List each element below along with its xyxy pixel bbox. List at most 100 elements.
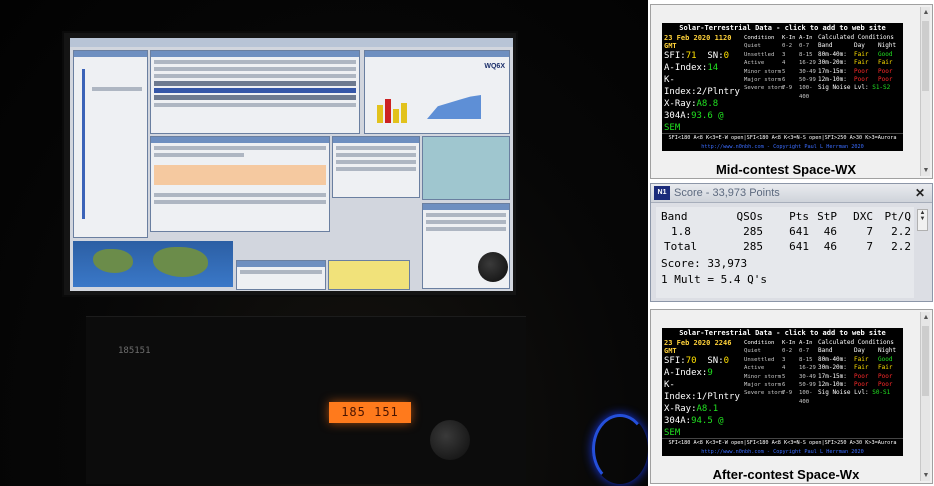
score-scroll-spinner[interactable]: ▲ ▼	[917, 209, 928, 231]
k-index-cell: 16-29	[799, 60, 816, 67]
screen-entry-window	[150, 136, 330, 232]
conditions-cell: Poor	[854, 372, 869, 380]
conditions-cell: Fair	[878, 364, 893, 372]
k-index-value: 2/Plntry	[696, 87, 740, 97]
close-button[interactable]: ✕	[912, 186, 928, 201]
k-index-cell: 7-9	[782, 390, 793, 397]
k-index-cell: 0-7	[799, 43, 810, 50]
k-index-cell: Unsettled	[744, 51, 775, 58]
col-header: Pts	[789, 210, 809, 223]
wx-window-mid: Solar-Terrestrial Data - click to add to…	[650, 4, 933, 179]
k-index-cell: Quiet	[744, 348, 761, 355]
col-header: StP	[817, 210, 837, 223]
sn-label: SN:	[707, 51, 724, 61]
conditions-cell: 80m-40m:	[818, 50, 847, 58]
radio-small-label: 185151	[118, 346, 151, 356]
banner-title: Solar-Terrestrial Data - click to add to…	[679, 329, 886, 337]
conditions-cell: Poor	[878, 372, 893, 380]
table-cell: 2.2	[891, 225, 911, 238]
conditions-cell: Fair	[854, 50, 869, 58]
score-titlebar[interactable]: N1 Score - 33,973 Points ✕	[651, 184, 932, 203]
vertical-scrollbar[interactable]: ▲ ▼	[920, 7, 930, 176]
k-index-cell: 0-2	[782, 348, 793, 355]
conditions-row: 12m-10m: Poor Poor	[818, 76, 902, 84]
scroll-thumb[interactable]	[922, 326, 929, 396]
k-index-cell: 5	[782, 373, 786, 380]
scroll-up-icon[interactable]: ▲	[921, 7, 931, 18]
k-index-cell: 4	[782, 60, 786, 67]
k-index-row: Unsettled 3 8-15	[744, 356, 818, 364]
conditions-cell: Good	[878, 355, 893, 363]
wx-caption-mid: Mid-contest Space-WX	[715, 162, 857, 177]
table-cell: 46	[823, 240, 837, 253]
radio-frequency-display: 185 151	[329, 402, 411, 423]
k-index-header: Condition K-In A-In	[744, 339, 818, 347]
scroll-thumb[interactable]	[922, 21, 929, 91]
wx-window-after: Solar-Terrestrial Data - click to add to…	[650, 309, 933, 484]
k-index-label: K-Index:	[664, 75, 697, 97]
conditions-cell: 30m-20m:	[818, 59, 847, 67]
k-index-cell: 0-2	[782, 43, 793, 50]
conditions-title: Calculated Conditions	[818, 34, 894, 41]
vertical-scrollbar[interactable]: ▲ ▼	[920, 312, 930, 481]
k-index-cell: 7-9	[782, 85, 793, 92]
k-index-cell: 50-99	[799, 77, 816, 84]
k-index-cell: 3	[782, 356, 786, 363]
a-index-label: A-Index:	[664, 63, 708, 73]
a-index-value: 14	[707, 63, 719, 73]
conditions-cell: Day	[854, 42, 865, 50]
score-total: Score: 33,973	[661, 257, 748, 270]
col-header: Pt/Q	[884, 210, 912, 223]
sig-noise-value: S0-S1	[872, 389, 891, 397]
calculated-conditions: Calculated Conditions Band Day Night 80m-40m…	[818, 339, 902, 398]
scroll-down-icon[interactable]: ▼	[921, 470, 931, 481]
solar-banner[interactable]: Solar-Terrestrial Data - click to add to…	[662, 23, 903, 151]
conditions-cell: 12m-10m:	[818, 381, 847, 389]
screen-grayline-map	[73, 241, 233, 287]
k-index-cell: Unsettled	[744, 356, 775, 363]
k-index-row: Active 4 16-29	[744, 59, 818, 67]
sfi-value: 71	[685, 51, 697, 61]
table-cell: 641	[789, 225, 809, 238]
k-index-row: Quiet 0-2 0-7	[744, 42, 818, 50]
scroll-up-icon[interactable]: ▲	[921, 312, 931, 323]
k-index-cell: 0-7	[799, 348, 810, 355]
k-index-cell: Major storm	[744, 77, 782, 84]
banner-url[interactable]: http://www.n0nbh.com - Copyright Paul L …	[662, 144, 903, 150]
table-cell: 1.8	[671, 225, 691, 238]
304a-label: 304A:	[664, 416, 692, 426]
conditions-cell: Poor	[878, 76, 893, 84]
a-index-label: A-Index:	[664, 368, 708, 378]
table-row: 1.8 285 641 46 7 2.2	[661, 224, 911, 239]
k-index-cell: 6	[782, 77, 786, 84]
banner-url[interactable]: http://www.n0nbh.com - Copyright Paul L …	[662, 449, 903, 455]
sfi-label: SFI:	[664, 356, 686, 366]
sn-label: SN:	[707, 356, 724, 366]
conditions-cell: Poor	[854, 76, 869, 84]
solar-banner[interactable]: Solar-Terrestrial Data - click to add to…	[662, 328, 903, 456]
table-row: Total 285 641 46 7 2.2	[661, 239, 911, 254]
col-header: DXC	[853, 210, 873, 223]
k-index-cell: Condition	[744, 340, 775, 346]
right-panel: Solar-Terrestrial Data - click to add to…	[648, 0, 934, 486]
k-index-cell: Minor storm	[744, 373, 782, 380]
k-index-cell: Quiet	[744, 43, 761, 50]
solar-main-data: 23 Feb 2020 1120 GMT SFI:71 SN:0 A-Index…	[664, 34, 744, 134]
screen-bandmap-window	[73, 50, 148, 238]
sig-noise-label: Sig Noise Lvl:	[818, 84, 869, 92]
sn-value: 0	[723, 51, 730, 61]
table-cell: 285	[743, 240, 763, 253]
radio-transceiver	[86, 316, 526, 484]
conditions-cell: Poor	[854, 67, 869, 75]
conditions-cell: Band	[818, 42, 833, 50]
score-header-row: Band QSOs Pts StP DXC Pt/Q	[661, 209, 911, 224]
k-index-cell: K-In	[782, 35, 796, 41]
wx-caption-after: After-contest Space-Wx	[712, 467, 860, 482]
conditions-row: 30m-20m: Fair Fair	[818, 59, 902, 67]
k-index-cell: 100-400	[799, 390, 813, 405]
calculated-conditions: Calculated Conditions Band Day Night 80m-40m…	[818, 34, 902, 93]
k-index-cell: A-In	[799, 340, 813, 346]
conditions-cell: Fair	[854, 355, 869, 363]
scroll-down-icon[interactable]: ▼	[921, 165, 931, 176]
k-index-header: Condition K-In A-In	[744, 34, 818, 42]
